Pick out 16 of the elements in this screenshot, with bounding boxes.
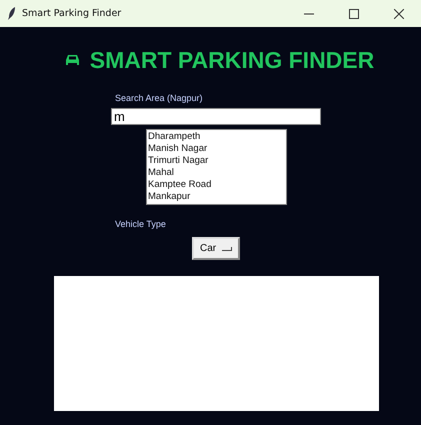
app-heading: SMART PARKING FINDER (90, 47, 374, 74)
suggestion-item[interactable]: Dharampeth (148, 131, 285, 143)
suggestion-item[interactable]: Trimurti Nagar (148, 155, 285, 167)
close-icon (394, 8, 404, 18)
maximize-icon (348, 8, 358, 18)
car-icon (64, 54, 80, 67)
suggestion-item[interactable]: Mankapur (148, 191, 285, 203)
suggestion-item[interactable]: Manish Nagar (148, 143, 285, 155)
suggestion-item[interactable]: Kamptee Road (148, 179, 285, 191)
search-field[interactable]: m (111, 108, 321, 125)
feather-icon (8, 7, 16, 20)
window-title: Smart Parking Finder (22, 8, 122, 19)
suggestion-item[interactable]: Mahal (148, 167, 285, 179)
vehicle-label: Vehicle Type (115, 219, 167, 229)
vehicle-dropdown[interactable]: Car (192, 237, 240, 260)
search-label: Search Area (Nagpur) (115, 93, 204, 103)
